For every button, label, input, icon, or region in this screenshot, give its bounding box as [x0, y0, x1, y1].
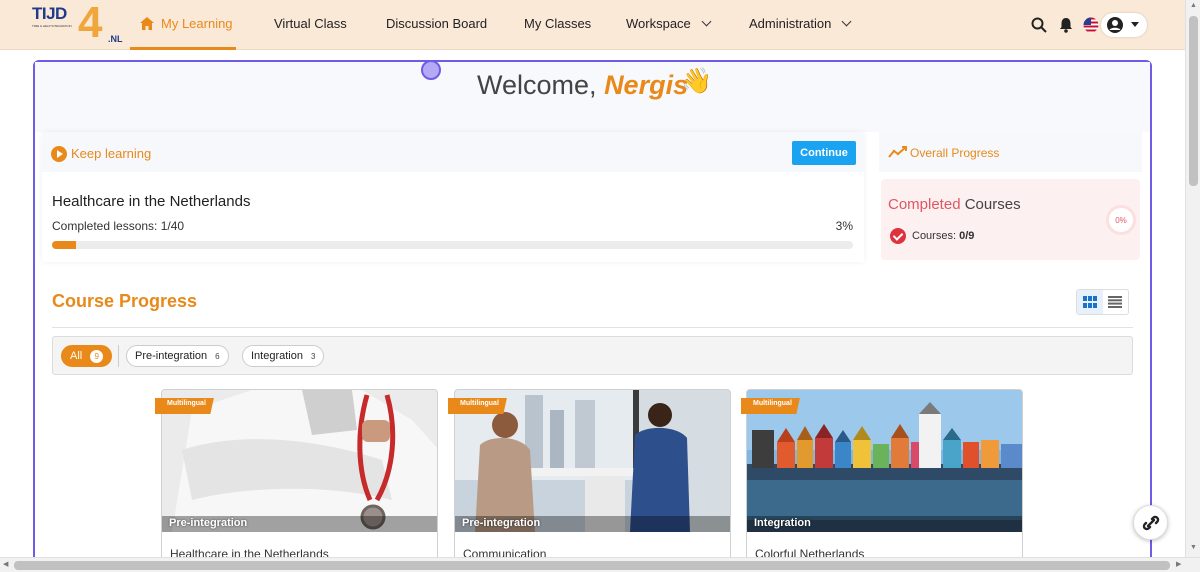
filter-label: Integration — [251, 350, 303, 362]
logo-number: 4 — [78, 0, 103, 47]
filter-count: 3 — [310, 351, 316, 361]
chevron-down-icon — [701, 16, 712, 27]
nav-workspace[interactable]: Workspace — [626, 16, 712, 31]
multilingual-badge: Multilingual — [155, 398, 214, 414]
current-course-title[interactable]: Healthcare in the Netherlands — [52, 193, 250, 210]
course-card[interactable]: Integration Colorful Netherlands — [746, 389, 1023, 569]
course-card[interactable]: Pre-integration Healthcare in the Nether… — [161, 389, 438, 569]
nav-virtual-class[interactable]: Virtual Class — [274, 16, 347, 31]
nav-administration[interactable]: Administration — [749, 16, 852, 31]
filter-label: Pre-integration — [135, 350, 208, 362]
filter-all[interactable]: All 9 — [61, 345, 113, 367]
nav-label: Virtual Class — [274, 16, 347, 31]
course-progress-title: Course Progress — [52, 291, 198, 311]
grid-view-button[interactable] — [1077, 290, 1103, 314]
keep-learning-card: Keep learning Continue Healthcare in the… — [42, 132, 864, 262]
nav-label: My Learning — [161, 16, 233, 31]
overall-progress-card: Overall Progress Completed Courses Cours… — [879, 132, 1142, 262]
brand-logo[interactable]: TIJD TIME & HELP INTEGRATION 4 .NL — [30, 0, 125, 47]
completed-courses-box: Completed Courses Courses: 0/9 0% — [881, 179, 1140, 260]
scroll-left-arrow[interactable]: ◀ — [3, 560, 8, 568]
check-circle-icon — [890, 228, 906, 244]
horizontal-scroll-thumb[interactable] — [14, 561, 1170, 570]
nav-my-learning[interactable]: My Learning — [139, 16, 233, 31]
nav-label: Workspace — [626, 16, 691, 31]
nav-label: My Classes — [524, 16, 592, 31]
keep-learning-label: Keep learning — [71, 146, 152, 161]
list-view-button[interactable] — [1103, 290, 1129, 314]
play-circle-icon — [51, 146, 67, 162]
user-menu-button[interactable] — [1101, 13, 1147, 37]
completed-highlight: Completed — [888, 196, 961, 213]
course-card[interactable]: Pre-integration Communication — [454, 389, 731, 569]
chevron-down-icon — [841, 16, 852, 27]
active-nav-indicator — [130, 47, 236, 50]
completed-courses-title: Completed Courses — [888, 196, 1021, 213]
welcome-greeting: Welcome, — [477, 70, 597, 100]
home-icon — [140, 17, 154, 30]
filter-separator — [118, 345, 119, 367]
nav-my-classes[interactable]: My Classes — [524, 16, 591, 31]
progress-percent: 3% — [835, 219, 853, 233]
logo-text: TIJD — [32, 4, 67, 23]
course-progress-bar — [52, 241, 853, 249]
filter-count: 6 — [215, 351, 220, 361]
scroll-down-arrow[interactable]: ▼ — [1190, 544, 1197, 551]
filter-pre-integration[interactable]: Pre-integration 6 — [126, 345, 229, 367]
view-toggle — [1076, 289, 1129, 315]
multilingual-badge: Multilingual — [448, 398, 507, 414]
nav-discussion-board[interactable]: Discussion Board — [386, 16, 487, 31]
welcome-heading: Welcome, Nergis — [477, 70, 688, 101]
filter-label: All — [70, 350, 83, 362]
floating-help-button[interactable] — [1133, 505, 1168, 540]
logo-suffix: .NL — [108, 34, 123, 44]
course-category: Pre-integration — [462, 517, 541, 529]
overall-progress-label: Overall Progress — [910, 146, 1000, 160]
divider — [52, 327, 1133, 328]
courses-label: Courses: — [912, 230, 957, 242]
courses-count: Courses: 0/9 — [890, 228, 974, 244]
overall-progress-header: Overall Progress — [879, 132, 1142, 172]
user-name: Nergis — [604, 70, 689, 100]
us-flag-icon[interactable] — [1082, 16, 1100, 34]
progress-ring: 0% — [1106, 205, 1136, 235]
vertical-scroll-thumb[interactable] — [1189, 16, 1198, 186]
scroll-up-arrow[interactable]: ▲ — [1190, 2, 1197, 9]
list-icon — [1108, 296, 1123, 308]
logo-tagline: TIME & HELP INTEGRATION — [32, 24, 72, 28]
trend-chart-icon — [888, 146, 907, 158]
top-navbar: TIJD TIME & HELP INTEGRATION 4 .NL My Le… — [0, 0, 1185, 50]
frame-handle[interactable] — [421, 60, 441, 80]
multilingual-badge: Multilingual — [741, 398, 800, 414]
horizontal-scrollbar[interactable]: ◀ ▶ — [0, 557, 1200, 572]
completed-lessons: Completed lessons: 1/40 — [52, 219, 185, 233]
link-icon — [1142, 515, 1159, 530]
grid-icon — [1082, 296, 1097, 308]
continue-button[interactable]: Continue — [792, 141, 856, 165]
user-icon — [1107, 17, 1123, 33]
ring-percent: 0% — [1115, 215, 1127, 225]
waving-hand-icon: 👋 — [681, 67, 713, 95]
category-filter-bar: All 9 Pre-integration 6 Integration 3 — [52, 336, 1133, 375]
nav-label: Administration — [749, 16, 832, 31]
nav-label: Discussion Board — [386, 16, 488, 31]
scroll-right-arrow[interactable]: ▶ — [1176, 560, 1181, 568]
caret-down-icon — [1131, 22, 1139, 27]
search-icon[interactable] — [1030, 16, 1048, 34]
completed-rest: Courses — [960, 196, 1021, 213]
courses-value: 0/9 — [959, 230, 975, 242]
keep-learning-header: Keep learning Continue — [42, 132, 864, 172]
course-category: Integration — [754, 517, 811, 529]
filter-count: 9 — [90, 349, 104, 363]
course-category: Pre-integration — [169, 517, 248, 529]
filter-integration[interactable]: Integration 3 — [242, 345, 325, 367]
vertical-scrollbar[interactable]: ▲ ▼ — [1185, 0, 1200, 557]
progress-bar-fill — [52, 241, 77, 249]
bell-icon[interactable] — [1057, 16, 1075, 34]
